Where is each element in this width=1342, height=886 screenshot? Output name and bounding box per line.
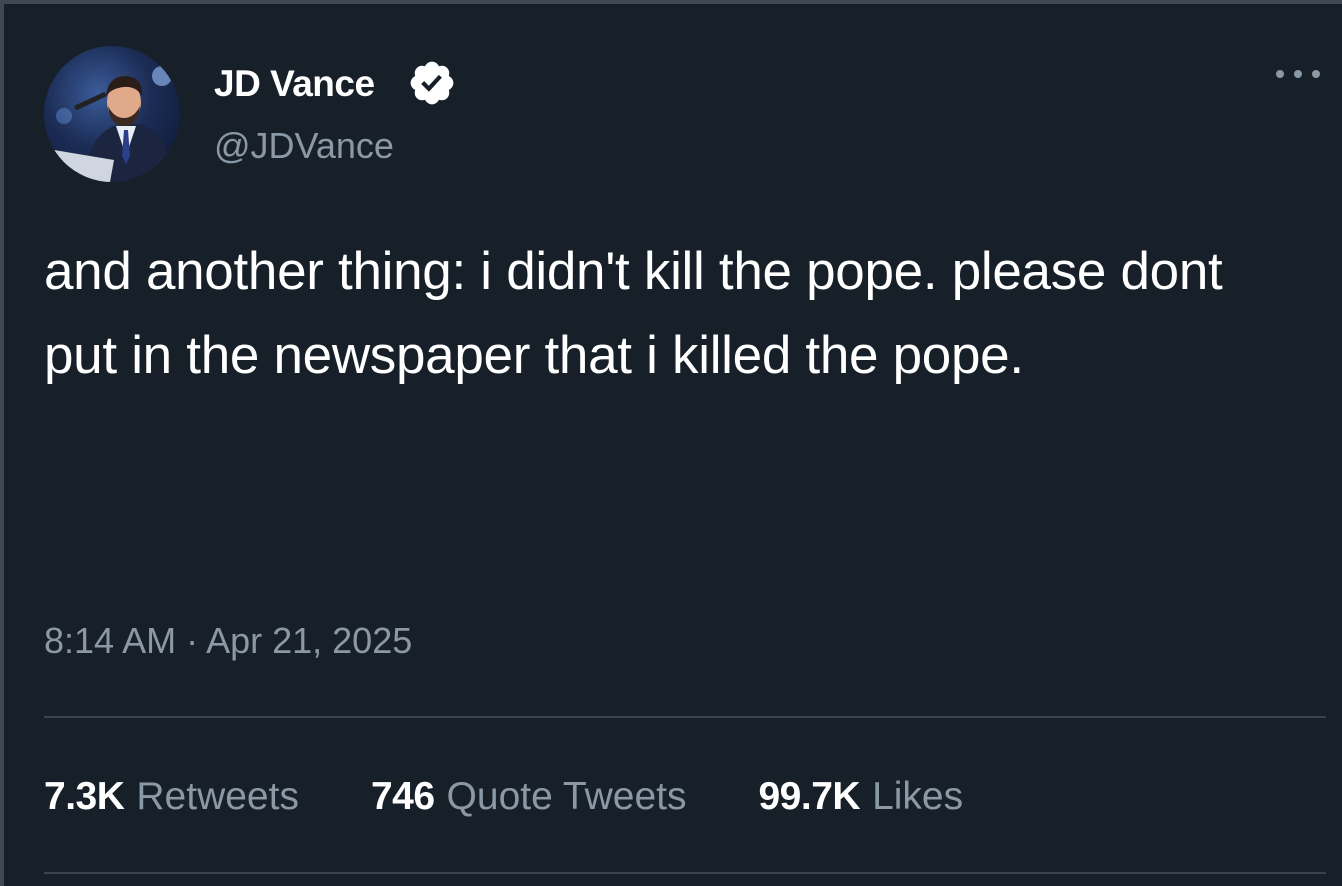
likes-label: Likes bbox=[872, 775, 964, 818]
likes-stat[interactable]: 99.7K Likes bbox=[758, 772, 963, 822]
quote-tweets-stat[interactable]: 746 Quote Tweets bbox=[371, 772, 687, 822]
quote-tweets-label: Quote Tweets bbox=[446, 775, 687, 818]
tweet-timestamp[interactable]: 8:14 AM · Apr 21, 2025 bbox=[44, 618, 412, 664]
avatar-photo-icon bbox=[44, 66, 174, 182]
divider-top bbox=[44, 716, 1326, 718]
author-display-name[interactable]: JD Vance bbox=[214, 62, 375, 106]
likes-count: 99.7K bbox=[758, 775, 861, 818]
tweet-stats-row: 7.3K Retweets 746 Quote Tweets 99.7K Lik… bbox=[44, 772, 963, 822]
tweet-card: JD Vance @JDVance and another thing: i d… bbox=[0, 0, 1342, 886]
quote-tweets-count: 746 bbox=[370, 775, 435, 818]
retweets-count: 7.3K bbox=[44, 775, 125, 818]
retweets-label: Retweets bbox=[136, 775, 299, 818]
tweet-text: and another thing: i didn't kill the pop… bbox=[44, 242, 1223, 385]
author-handle[interactable]: @JDVance bbox=[214, 124, 394, 168]
more-options-icon[interactable] bbox=[1272, 62, 1324, 86]
verified-badge-icon bbox=[410, 61, 454, 105]
author-avatar[interactable] bbox=[44, 46, 180, 182]
retweets-stat[interactable]: 7.3K Retweets bbox=[44, 772, 299, 822]
divider-bottom bbox=[44, 872, 1326, 874]
